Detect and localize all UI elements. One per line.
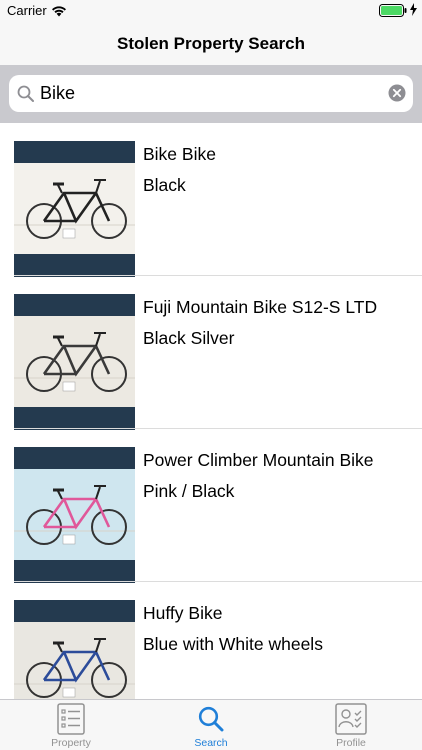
results-list: Bike Bike Black Fuji Mountain Bike S12-S L… <box>0 123 422 699</box>
bike-photo <box>14 163 135 254</box>
result-title: Fuji Mountain Bike S12-S LTD <box>143 297 378 317</box>
result-title: Huffy Bike <box>143 603 223 623</box>
bike-photo <box>14 316 135 407</box>
tab-bar: Property Search Profile <box>0 699 422 750</box>
page-title: Stolen Property Search <box>116 34 305 53</box>
result-thumbnail <box>14 447 135 583</box>
clear-search-icon[interactable] <box>388 84 406 107</box>
tab-property-label: Property <box>51 737 91 749</box>
result-thumbnail <box>14 294 135 430</box>
tab-search-label: Search <box>194 737 228 749</box>
search-icon <box>198 706 224 737</box>
result-row[interactable]: Power Climber Mountain Bike Pink / Black <box>0 429 422 583</box>
navigation-bar: Stolen Property Search <box>0 22 422 65</box>
tab-property[interactable]: Property <box>21 700 121 750</box>
bike-photo <box>14 469 135 560</box>
tab-profile[interactable]: Profile <box>301 700 401 750</box>
result-title: Power Climber Mountain Bike <box>143 450 374 470</box>
battery-icon <box>379 4 407 22</box>
search-input[interactable]: Bike <box>9 75 413 112</box>
result-thumbnail <box>14 141 135 277</box>
search-query: Bike <box>40 83 76 103</box>
carrier-label: Carrier <box>7 3 47 18</box>
wifi-icon <box>51 4 67 22</box>
result-row[interactable]: Bike Bike Black <box>0 123 422 277</box>
property-icon <box>57 703 85 740</box>
result-title: Bike Bike <box>143 144 216 164</box>
result-row[interactable]: Huffy Bike Blue with White wheels <box>0 582 422 699</box>
tab-search[interactable]: Search <box>161 700 261 750</box>
charging-icon <box>410 3 417 21</box>
result-thumbnail <box>14 600 135 699</box>
profile-icon <box>335 703 367 740</box>
result-color: Black <box>143 175 186 195</box>
result-color: Blue with White wheels <box>143 634 323 654</box>
search-bar: Bike <box>0 65 422 123</box>
status-bar: Carrier <box>0 0 422 22</box>
magnifier-icon <box>17 85 34 107</box>
bike-photo <box>14 622 135 699</box>
result-color: Black Silver <box>143 328 235 348</box>
result-color: Pink / Black <box>143 481 235 501</box>
tab-profile-label: Profile <box>336 737 366 749</box>
result-row[interactable]: Fuji Mountain Bike S12-S LTD Black Silver <box>0 276 422 430</box>
